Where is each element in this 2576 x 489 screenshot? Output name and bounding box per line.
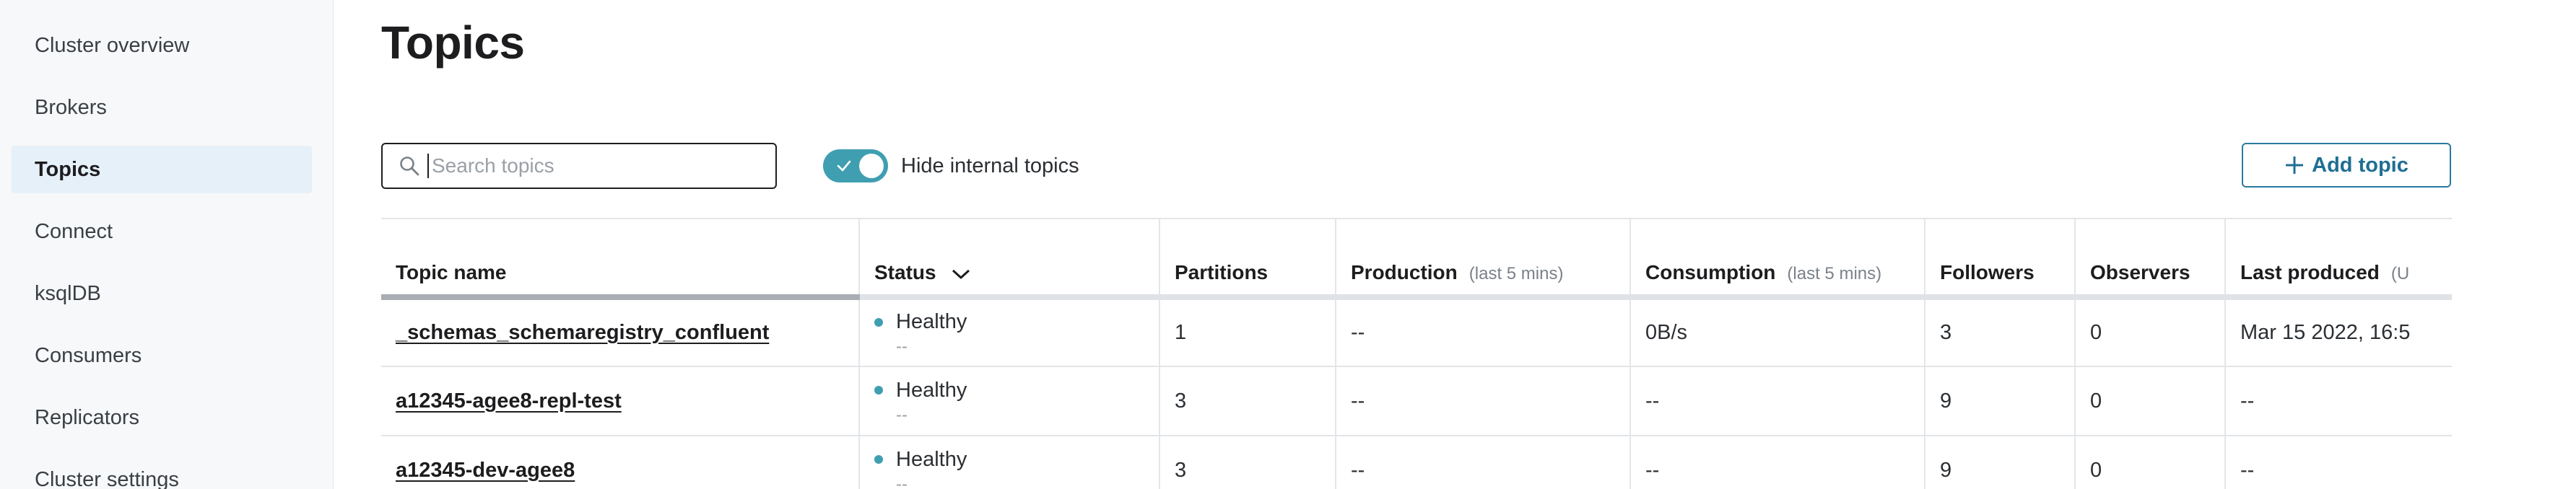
sidebar-item-cluster-overview[interactable]: Cluster overview <box>12 22 312 69</box>
last-produced-cell: Mar 15 2022, 16:5 <box>2225 297 2452 367</box>
sidebar-item-cluster-settings[interactable]: Cluster settings <box>12 456 312 489</box>
search-input[interactable] <box>427 154 760 178</box>
table-row[interactable]: _schemas_schemaregistry_confluent Health… <box>381 297 2452 367</box>
column-header-observers[interactable]: Observers <box>2075 219 2226 300</box>
plus-icon <box>2286 157 2304 174</box>
chevron-down-icon[interactable] <box>952 268 970 280</box>
sidebar: Cluster overview Brokers Topics Connect … <box>0 0 334 489</box>
topics-table: Topic name Status Partitions Production(… <box>381 218 2452 489</box>
last-produced-cell: -- <box>2225 436 2452 489</box>
production-cell: -- <box>1336 366 1631 436</box>
app-window: Cluster overview Brokers Topics Connect … <box>0 0 2576 489</box>
observers-cell: 0 <box>2075 436 2226 489</box>
add-topic-label: Add topic <box>2312 153 2409 177</box>
consumption-cell: -- <box>1630 436 1926 489</box>
column-header-topic-name[interactable]: Topic name <box>381 219 860 300</box>
column-header-production[interactable]: Production (last 5 mins) <box>1336 219 1631 300</box>
topic-name-cell: a12345-agee8-repl-test <box>381 366 860 436</box>
status-dot-icon <box>874 386 883 395</box>
column-header-last-produced[interactable]: Last produced (U <box>2225 219 2452 300</box>
topic-link[interactable]: a12345-dev-agee8 <box>396 459 575 482</box>
observers-cell: 0 <box>2075 366 2226 436</box>
page-title: Topics <box>381 17 525 69</box>
search-icon <box>400 157 419 176</box>
sidebar-item-topics[interactable]: Topics <box>12 146 312 193</box>
status-cell: Healthy -- <box>859 436 1160 489</box>
toggle-knob <box>859 154 884 178</box>
sidebar-item-connect[interactable]: Connect <box>12 208 312 255</box>
status-cell: Healthy -- <box>859 366 1160 436</box>
consumption-cell: -- <box>1630 366 1926 436</box>
column-header-followers[interactable]: Followers <box>1925 219 2076 300</box>
add-topic-button[interactable]: Add topic <box>2242 143 2451 188</box>
observers-cell: 0 <box>2075 297 2226 367</box>
last-produced-cell: -- <box>2225 366 2452 436</box>
production-cell: -- <box>1336 297 1631 367</box>
main-content: Topics Hide internal topics Add topic <box>334 0 2576 489</box>
consumption-cell: 0B/s <box>1630 297 1926 367</box>
sidebar-item-consumers[interactable]: Consumers <box>12 332 312 379</box>
hide-internal-topics-toggle[interactable] <box>823 149 888 182</box>
sidebar-item-replicators[interactable]: Replicators <box>12 394 312 441</box>
sidebar-item-brokers[interactable]: Brokers <box>12 84 312 131</box>
status-cell: Healthy -- <box>859 297 1160 367</box>
column-header-status[interactable]: Status <box>859 219 1160 300</box>
partitions-cell: 3 <box>1159 366 1336 436</box>
followers-cell: 3 <box>1925 297 2076 367</box>
topic-link[interactable]: _schemas_schemaregistry_confluent <box>396 321 769 344</box>
status-dot-icon <box>874 317 883 327</box>
status-dot-icon <box>874 455 883 464</box>
topic-link[interactable]: a12345-agee8-repl-test <box>396 389 622 413</box>
topic-name-cell: _schemas_schemaregistry_confluent <box>381 297 860 367</box>
followers-cell: 9 <box>1925 366 2076 436</box>
check-icon <box>837 160 851 172</box>
hide-internal-topics-control: Hide internal topics <box>823 149 1079 183</box>
table-row[interactable]: a12345-agee8-repl-test Healthy -- 3 -- -… <box>381 366 2452 436</box>
partitions-cell: 3 <box>1159 436 1336 489</box>
table-header-row: Topic name Status Partitions Production(… <box>381 219 2452 300</box>
column-header-consumption[interactable]: Consumption (last 5 mins) <box>1630 219 1926 300</box>
production-cell: -- <box>1336 436 1631 489</box>
followers-cell: 9 <box>1925 436 2076 489</box>
sidebar-item-ksqldb[interactable]: ksqlDB <box>12 270 312 317</box>
column-header-partitions[interactable]: Partitions <box>1159 219 1336 300</box>
toggle-label: Hide internal topics <box>901 154 1079 177</box>
partitions-cell: 1 <box>1159 297 1336 367</box>
table-row[interactable]: a12345-dev-agee8 Healthy -- 3 -- -- 9 0 … <box>381 436 2452 489</box>
topic-name-cell: a12345-dev-agee8 <box>381 436 860 489</box>
search-box[interactable] <box>381 143 777 189</box>
